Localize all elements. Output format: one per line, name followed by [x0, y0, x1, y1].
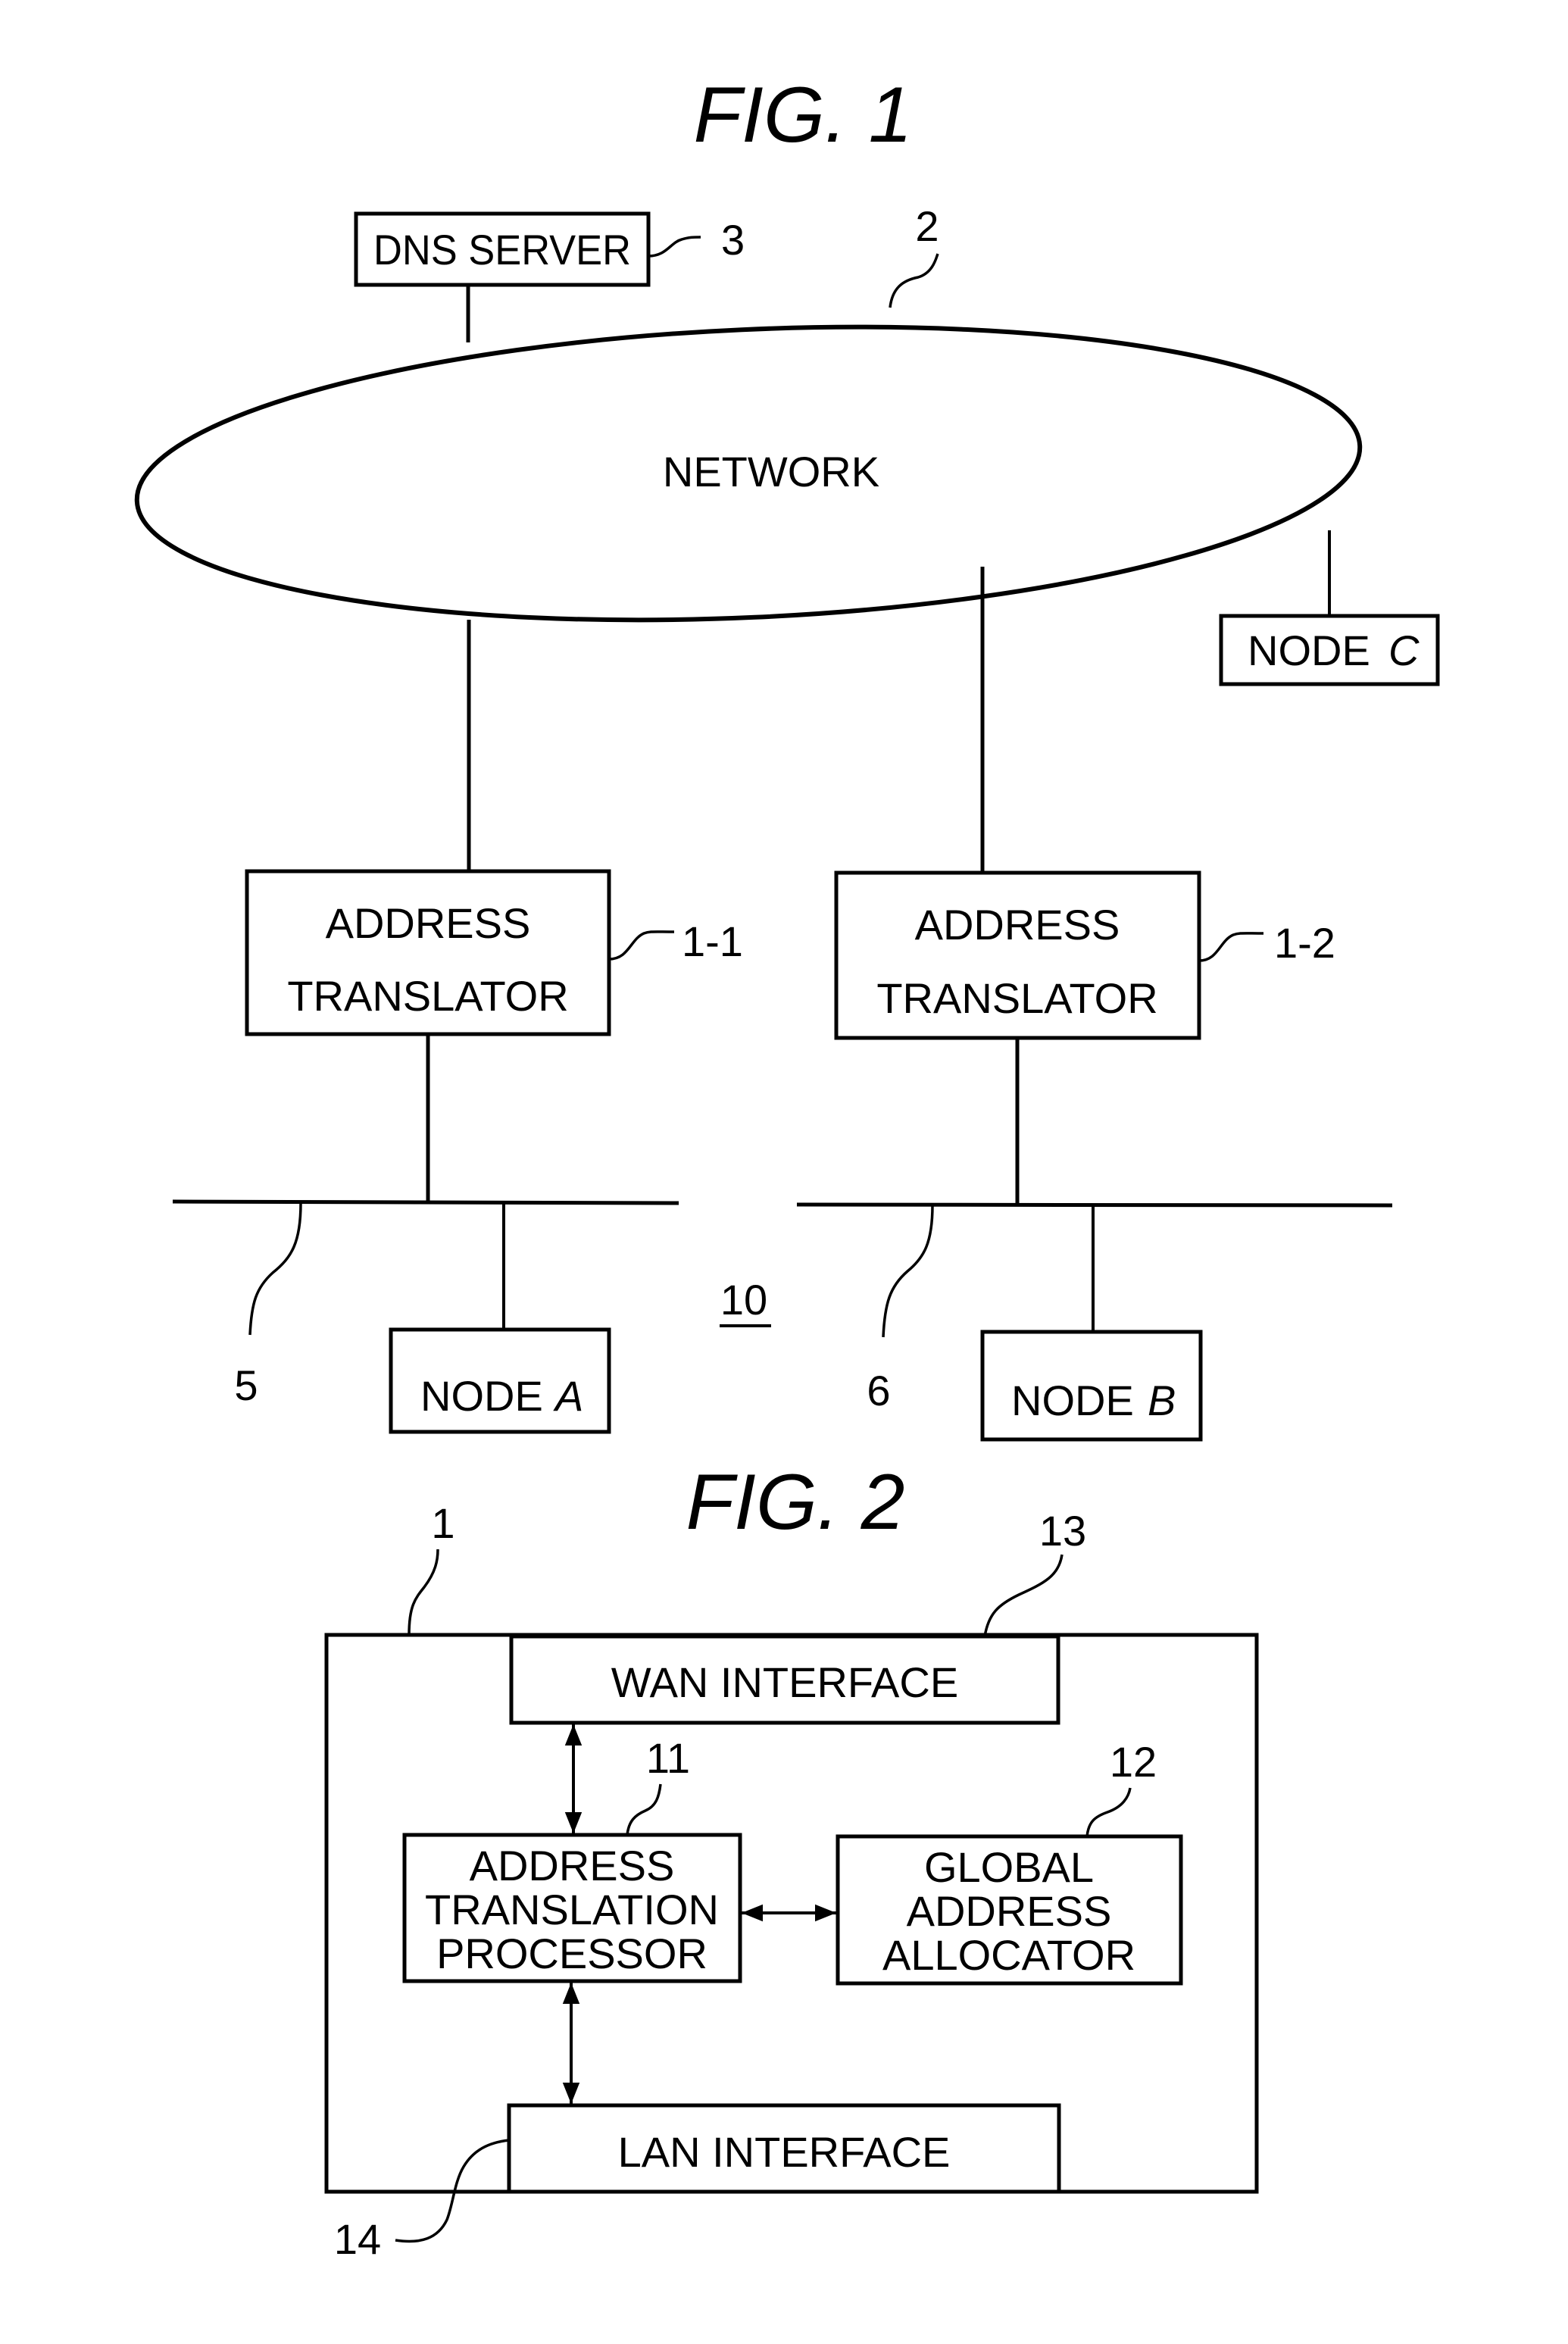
allocator-ref: 12 [1110, 1738, 1157, 1786]
address-translator-1-line1: ADDRESS [326, 899, 531, 947]
dns-server-ref: 3 [721, 216, 745, 264]
lan-interface-ref: 14 [334, 2215, 381, 2263]
processor-line3: PROCESSOR [436, 1930, 707, 1977]
system-ref: 10 [720, 1276, 767, 1324]
address-translator-2-line2: TRANSLATOR [876, 974, 1157, 1022]
processor-leader [626, 1783, 662, 1836]
wan-interface-leader [983, 1554, 1064, 1637]
dns-server-label: DNS SERVER [373, 226, 631, 273]
figure-1-title: FIG. 1 [694, 71, 913, 159]
lan-interface-label: LAN INTERFACE [618, 2128, 951, 2176]
lan-5-ref: 5 [234, 1361, 258, 1409]
node-a-label: NODE [420, 1372, 543, 1420]
processor-line1: ADDRESS [470, 1842, 675, 1889]
node-b-label: NODE [1011, 1377, 1134, 1424]
wan-interface-label: WAN INTERFACE [611, 1658, 958, 1706]
network-leader [889, 253, 939, 308]
address-translator-2-ref: 1-2 [1274, 919, 1335, 967]
processor-ref: 11 [646, 1734, 690, 1782]
patent-drawing: FIG. 1 DNS SERVER 3 NETWORK 2 NODE C ADD… [134, 71, 1440, 2263]
figure-2: FIG. 2 1 WAN INTERFACE 13 ADDRESS TRANSL… [324, 1458, 1259, 2263]
address-translator-2-block: ADDRESS TRANSLATOR 1-2 [834, 870, 1335, 1040]
network-label: NETWORK [663, 448, 879, 495]
device-ref: 1 [431, 1499, 454, 1547]
node-b-block: NODE B [980, 1330, 1203, 1442]
node-a-letter: A [553, 1372, 583, 1420]
dns-server-leader [648, 236, 701, 258]
node-c-block: NODE C [1219, 614, 1440, 686]
processor-line2: TRANSLATION [425, 1886, 719, 1933]
figure-2-title: FIG. 2 [686, 1458, 905, 1546]
network-ref: 2 [915, 202, 939, 250]
address-translator-1-line2: TRANSLATOR [287, 972, 568, 1020]
lan-5-leader [248, 1202, 302, 1336]
allocator-line1: GLOBAL [924, 1843, 1094, 1891]
figure-1: FIG. 1 DNS SERVER 3 NETWORK 2 NODE C ADD… [134, 71, 1440, 1442]
node-a-block: NODE A [389, 1327, 611, 1434]
address-translator-1-ref: 1-1 [682, 917, 743, 965]
lan-6-ref: 6 [867, 1367, 890, 1414]
lan-5-bus [172, 1199, 679, 1205]
address-translator-2-line1: ADDRESS [915, 901, 1120, 949]
node-c-label: NODE [1248, 627, 1370, 674]
device-leader [408, 1549, 439, 1636]
allocator-line3: ALLOCATOR [882, 1931, 1135, 1979]
node-c-letter: C [1388, 627, 1420, 674]
allocator-line2: ADDRESS [907, 1887, 1112, 1935]
node-b-letter: B [1148, 1377, 1176, 1424]
network-block: NETWORK 2 [134, 202, 1363, 623]
allocator-leader [1085, 1787, 1132, 1837]
global-address-allocator-block: GLOBAL ADDRESS ALLOCATOR 12 [836, 1738, 1183, 1986]
address-translator-1-leader [608, 930, 675, 961]
wan-interface-ref: 13 [1039, 1507, 1086, 1555]
address-translator-2-leader [1198, 932, 1264, 962]
lan-6-leader [882, 1205, 934, 1338]
dns-server-block: DNS SERVER 3 [354, 211, 745, 287]
lan-interface-block: LAN INTERFACE 14 [334, 2103, 1061, 2263]
address-translator-1-block: ADDRESS TRANSLATOR 1-1 [245, 869, 743, 1036]
